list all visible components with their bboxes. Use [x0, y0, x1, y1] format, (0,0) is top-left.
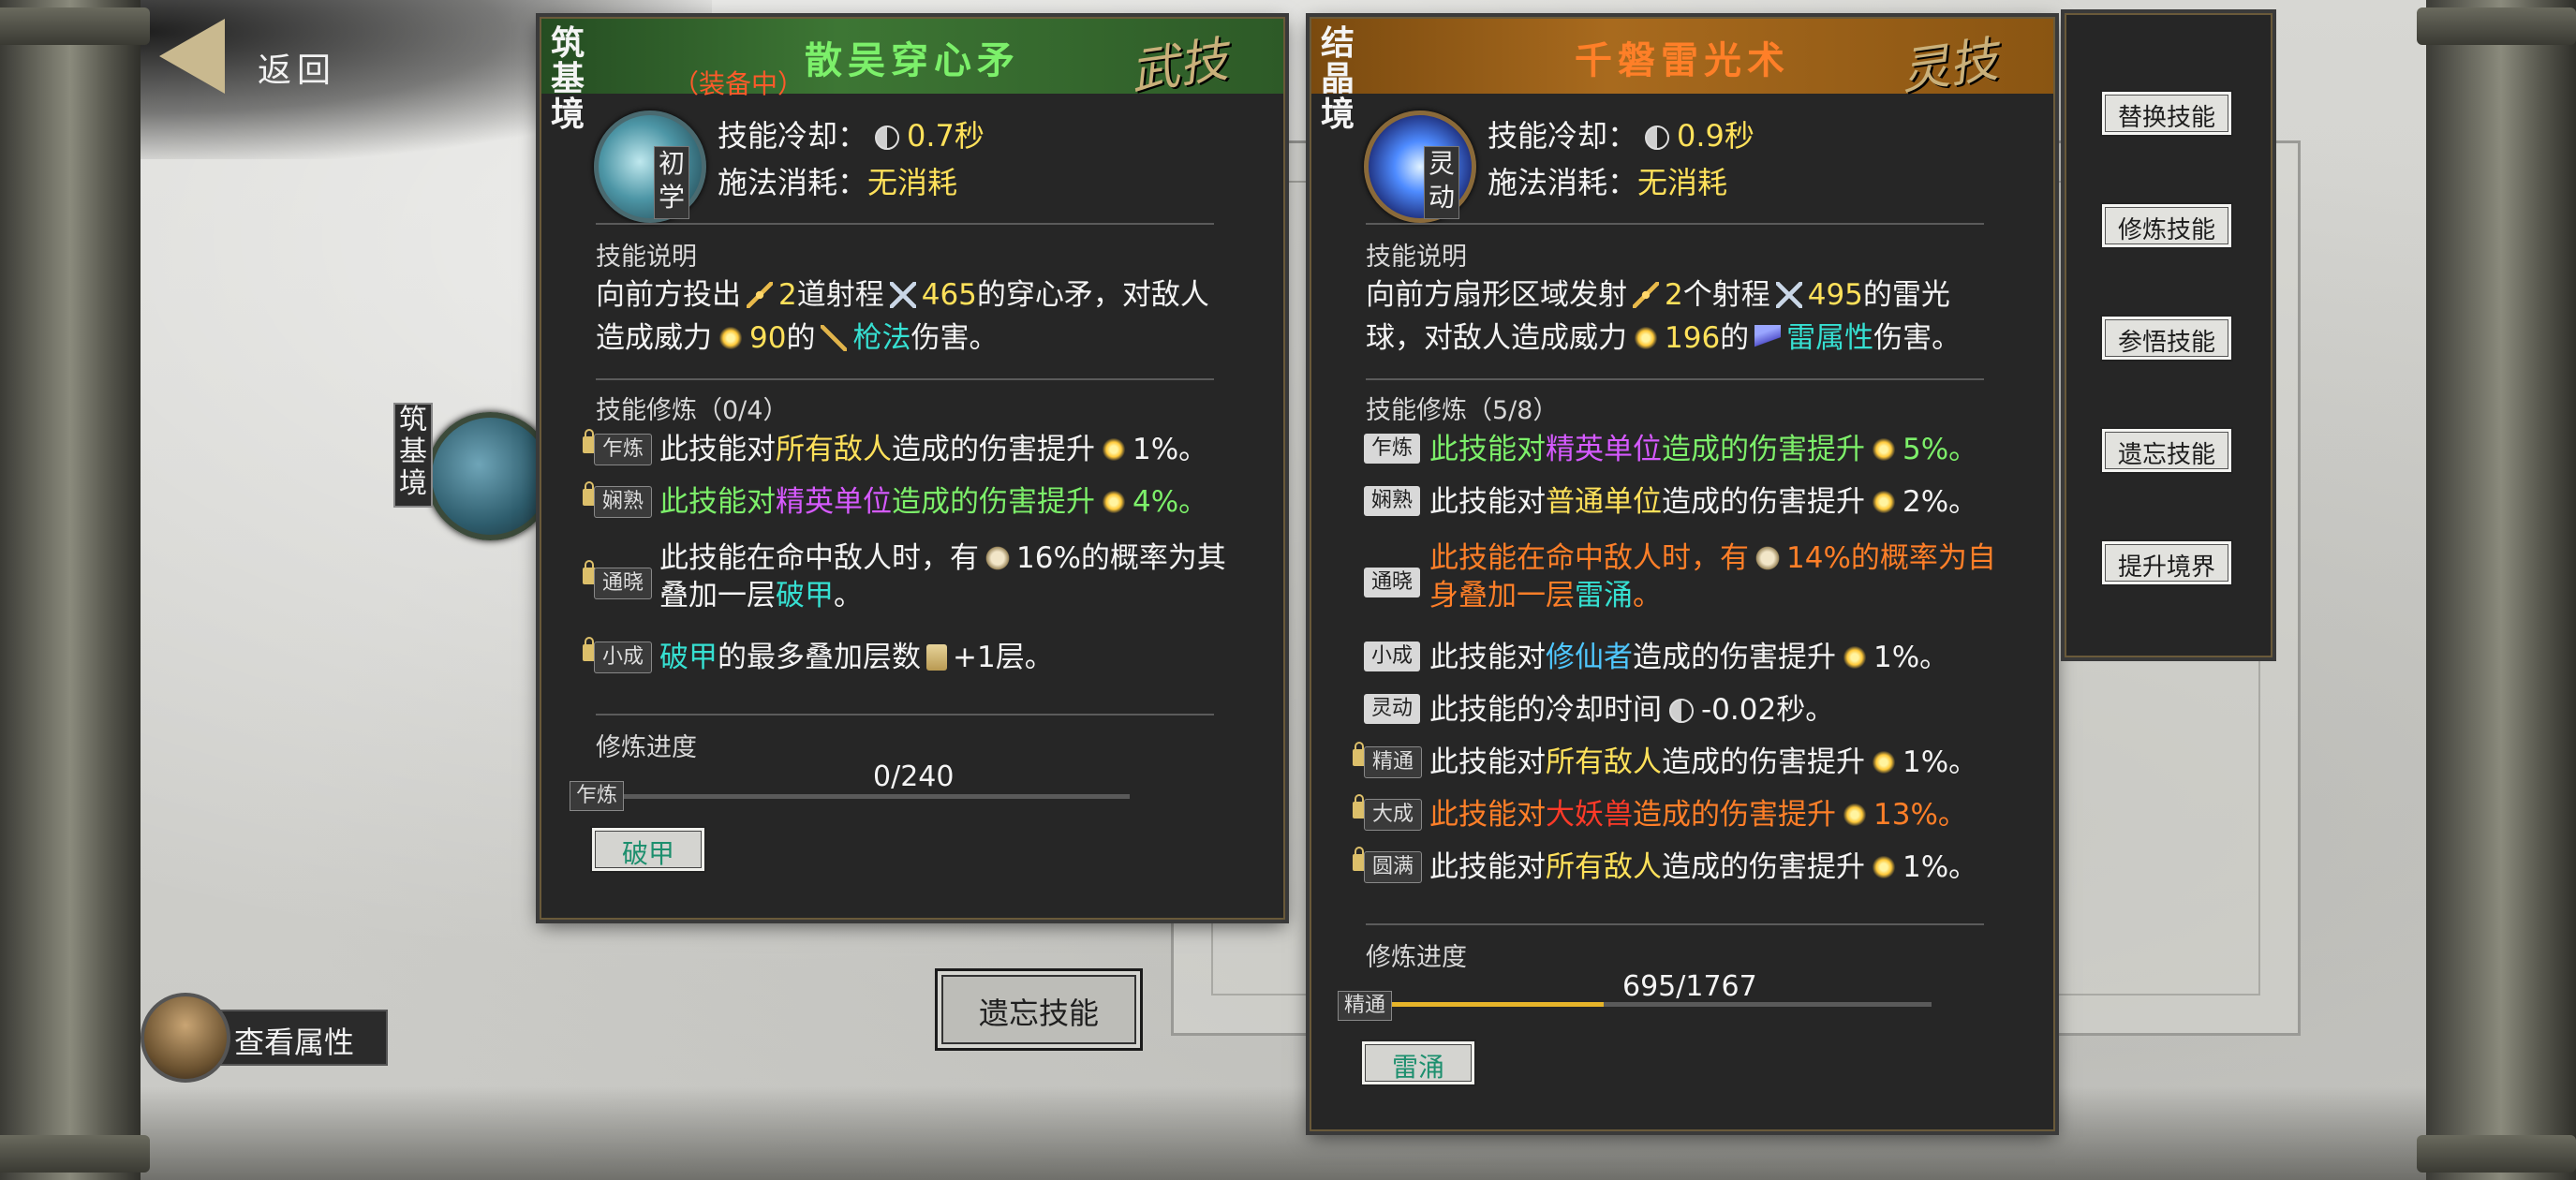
replace-skill-button[interactable]: 替换技能: [2100, 90, 2233, 137]
projectile-icon: [1633, 282, 1659, 308]
projectile-icon: [747, 282, 773, 308]
avatar: [141, 993, 230, 1083]
cooldown-icon: [875, 125, 900, 150]
comprehend-skill-button[interactable]: 参悟技能: [2100, 315, 2233, 361]
skill-type-tag: 武技: [1127, 32, 1232, 101]
skill-level-tag: 初学: [654, 146, 689, 219]
progress-bar: [1392, 1002, 1932, 1007]
equipped-label: （装备中）: [673, 68, 805, 99]
right-pillar: [2417, 0, 2576, 1180]
skill-icon: [1364, 111, 1476, 223]
forget-skill-button[interactable]: 遗忘技能: [2100, 427, 2233, 474]
power-icon: [1633, 325, 1659, 351]
back-button[interactable]: 返回: [159, 19, 347, 112]
progress-level-tag: 乍炼: [570, 781, 624, 811]
mod-title: 技能修炼（5/8）: [1366, 396, 1559, 425]
cooldown-icon: [1645, 125, 1670, 150]
skill-header: 结晶境 千磐雷光术 灵技: [1311, 19, 2053, 133]
skill-description: 向前方扇形区域发射 2个射程 495的雷光 球，对敌人造成威力 196的 雷属性伤害。: [1366, 278, 1962, 355]
view-attributes-button[interactable]: 查看属性: [141, 993, 388, 1083]
left-pillar: [0, 0, 150, 1180]
left-skill-panel: 筑基境 散吴穿心矛 （装备中） 武技 初学 技能冷却： 0.7秒 施法消耗：无消耗…: [540, 17, 1285, 920]
skill-description: 向前方投出 2道射程 465的穿心矛，对敌人 造成威力 90的 枪法伤害。: [596, 278, 1209, 355]
background-forget-label: 遗忘技能: [978, 996, 1099, 1031]
upgrade-realm-button[interactable]: 提升境界: [2100, 539, 2233, 586]
character-skill-slot[interactable]: 筑基境: [393, 403, 555, 553]
cost-stat: 施法消耗：无消耗: [1488, 165, 1728, 200]
background-forget-button[interactable]: 遗忘技能: [935, 968, 1143, 1051]
spear-icon: [821, 325, 848, 351]
back-arrow-icon: [159, 19, 225, 94]
skill-level-tag: 灵动: [1424, 146, 1459, 219]
right-skill-panel: 结晶境 千磐雷光术 灵技 灵动 技能冷却： 0.9秒 施法消耗：无消耗 技能说明 …: [1310, 17, 2055, 1131]
ground-decoration: [0, 1086, 2576, 1180]
progress-title: 修炼进度: [596, 733, 697, 762]
effect-button[interactable]: 雷涌: [1360, 1040, 1476, 1086]
equipped-skill-icon: [426, 412, 555, 540]
skill-header: 筑基境 散吴穿心矛 （装备中） 武技: [541, 19, 1283, 133]
description-title: 技能说明: [596, 243, 697, 272]
skill-type-tag: 灵技: [1897, 32, 2002, 101]
cooldown-stat: 技能冷却： 0.7秒: [718, 118, 985, 154]
power-icon: [718, 325, 744, 351]
description-title: 技能说明: [1366, 243, 1467, 272]
action-panel: 替换技能 修炼技能 参悟技能 遗忘技能 提升境界: [2065, 13, 2273, 657]
progress-text: 695/1767: [1622, 970, 1757, 1003]
thunder-icon: [1754, 325, 1782, 351]
progress-text: 0/240: [873, 760, 955, 793]
cooldown-stat: 技能冷却： 0.9秒: [1488, 118, 1754, 154]
skill-icon: [594, 111, 706, 223]
progress-title: 修炼进度: [1366, 943, 1467, 972]
progress-bar: [624, 794, 1130, 799]
view-attributes-label: 查看属性: [234, 1025, 355, 1060]
range-icon: [1775, 282, 1802, 308]
cost-stat: 施法消耗：无消耗: [718, 165, 958, 200]
back-label: 返回: [258, 52, 337, 90]
character-realm-tag: 筑基境: [393, 403, 433, 508]
train-skill-button[interactable]: 修炼技能: [2100, 202, 2233, 249]
range-icon: [889, 282, 916, 308]
mod-title: 技能修炼（0/4）: [596, 396, 789, 425]
effect-button[interactable]: 破甲: [590, 826, 706, 873]
progress-level-tag: 精通: [1338, 991, 1392, 1021]
